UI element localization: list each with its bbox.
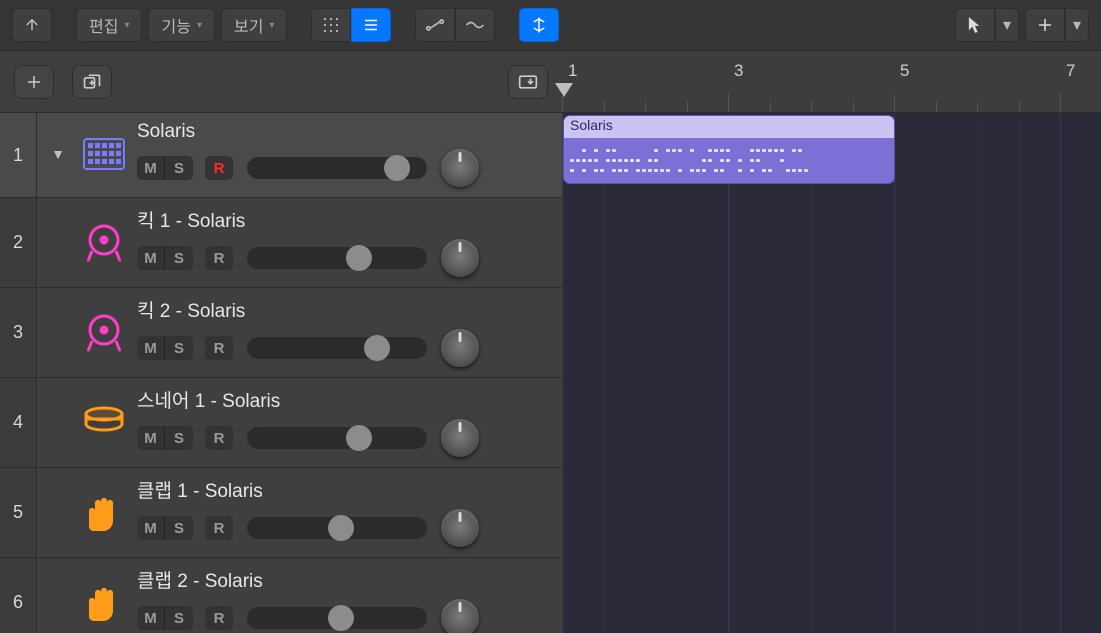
record-enable-button[interactable]: R [205, 606, 233, 630]
chevron-down-icon: ▾ [269, 20, 274, 31]
pan-knob[interactable] [441, 149, 479, 187]
track-row[interactable]: 6 클랩 2 - Solaris M S R [0, 558, 562, 633]
region-label: Solaris [564, 116, 894, 138]
pan-knob[interactable] [441, 239, 479, 277]
track-name: 스네어 1 - Solaris [137, 386, 552, 413]
track-name: 클랩 2 - Solaris [137, 566, 552, 593]
pointer-tool-menu[interactable]: ▾ [995, 8, 1019, 42]
record-enable-button[interactable]: R [205, 516, 233, 540]
back-button[interactable] [12, 8, 52, 42]
track-name: 킥 1 - Solaris [137, 206, 552, 233]
record-enable-button[interactable]: R [205, 426, 233, 450]
disclosure-triangle[interactable]: ▼ [45, 146, 71, 162]
track-number: 1 [0, 113, 37, 197]
chevron-down-icon: ▾ [124, 20, 129, 31]
volume-slider[interactable] [247, 607, 427, 629]
automation-button[interactable] [415, 8, 455, 42]
volume-slider[interactable] [247, 157, 427, 179]
mute-button[interactable]: M [137, 246, 165, 270]
track-number: 3 [0, 288, 37, 377]
solo-button[interactable]: S [165, 606, 193, 630]
tracks: 1 ▼ Solaris M S R 2 [0, 113, 562, 633]
track-name: 클랩 1 - Solaris [137, 476, 552, 503]
track-list-panel: 1 ▼ Solaris M S R 2 [0, 51, 562, 633]
catch-playhead-button[interactable] [519, 8, 559, 42]
track-list-header [0, 51, 562, 113]
grid-mode-button[interactable] [311, 8, 351, 42]
mute-button[interactable]: M [137, 336, 165, 360]
bar-number: 1 [568, 61, 577, 81]
ruler[interactable]: 1 3 5 7 [562, 51, 1101, 113]
chevron-down-icon: ▾ [1073, 15, 1081, 35]
playhead-icon[interactable] [555, 83, 573, 97]
region-preview [564, 138, 894, 183]
track-number: 2 [0, 198, 37, 287]
pan-knob[interactable] [441, 509, 479, 547]
catch-button[interactable] [508, 65, 548, 99]
volume-slider[interactable] [247, 427, 427, 449]
track-row[interactable]: 5 클랩 1 - Solaris M S R [0, 468, 562, 558]
track-row[interactable]: 1 ▼ Solaris M S R [0, 113, 562, 198]
track-number: 4 [0, 378, 37, 467]
record-enable-button[interactable]: R [205, 156, 233, 180]
clap-icon [81, 489, 127, 535]
add-track-button[interactable] [14, 65, 54, 99]
track-name: Solaris [137, 121, 552, 143]
mute-button[interactable]: M [137, 606, 165, 630]
solo-button[interactable]: S [165, 156, 193, 180]
solo-button[interactable]: S [165, 516, 193, 540]
mute-button[interactable]: M [137, 516, 165, 540]
pan-knob[interactable] [441, 419, 479, 457]
track-number: 5 [0, 468, 37, 557]
kick-icon [81, 219, 127, 265]
chevron-down-icon: ▾ [1003, 15, 1011, 35]
solo-button[interactable]: S [165, 426, 193, 450]
region-solaris[interactable]: Solaris [564, 116, 894, 183]
volume-slider[interactable] [247, 517, 427, 539]
track-row[interactable]: 3 킥 2 - Solaris M S R [0, 288, 562, 378]
menu-edit[interactable]: 편집▾ [76, 8, 142, 42]
list-mode-button[interactable] [351, 8, 391, 42]
solo-button[interactable]: S [165, 336, 193, 360]
track-row[interactable]: 4 스네어 1 - Solaris M S R [0, 378, 562, 468]
timeline[interactable]: 1 3 5 7 Solaris [562, 51, 1101, 633]
solo-button[interactable]: S [165, 246, 193, 270]
track-row[interactable]: 2 킥 1 - Solaris M S R [0, 198, 562, 288]
menu-view[interactable]: 보기▾ [221, 8, 287, 42]
pan-knob[interactable] [441, 329, 479, 367]
bar-number: 3 [734, 61, 743, 81]
volume-slider[interactable] [247, 247, 427, 269]
duplicate-track-button[interactable] [72, 65, 112, 99]
kick-icon [81, 309, 127, 355]
mute-button[interactable]: M [137, 156, 165, 180]
main: 1 ▼ Solaris M S R 2 [0, 51, 1101, 633]
track-name: 킥 2 - Solaris [137, 296, 552, 323]
chevron-down-icon: ▾ [197, 20, 202, 31]
arrange-grid[interactable] [562, 113, 1101, 633]
pointer-tool[interactable] [955, 8, 995, 42]
bar-number: 7 [1066, 61, 1075, 81]
mute-button[interactable]: M [137, 426, 165, 450]
snare-icon [81, 399, 127, 445]
pan-knob[interactable] [441, 599, 479, 633]
sequencer-icon [81, 131, 127, 177]
record-enable-button[interactable]: R [205, 246, 233, 270]
clap-icon [81, 579, 127, 625]
flex-button[interactable] [455, 8, 495, 42]
toolbar: 편집▾ 기능▾ 보기▾ ▾ ▾ [0, 0, 1101, 51]
bar-number: 5 [900, 61, 909, 81]
volume-slider[interactable] [247, 337, 427, 359]
secondary-tool[interactable] [1025, 8, 1065, 42]
secondary-tool-menu[interactable]: ▾ [1065, 8, 1089, 42]
record-enable-button[interactable]: R [205, 336, 233, 360]
menu-function[interactable]: 기능▾ [148, 8, 214, 42]
track-number: 6 [0, 558, 37, 633]
